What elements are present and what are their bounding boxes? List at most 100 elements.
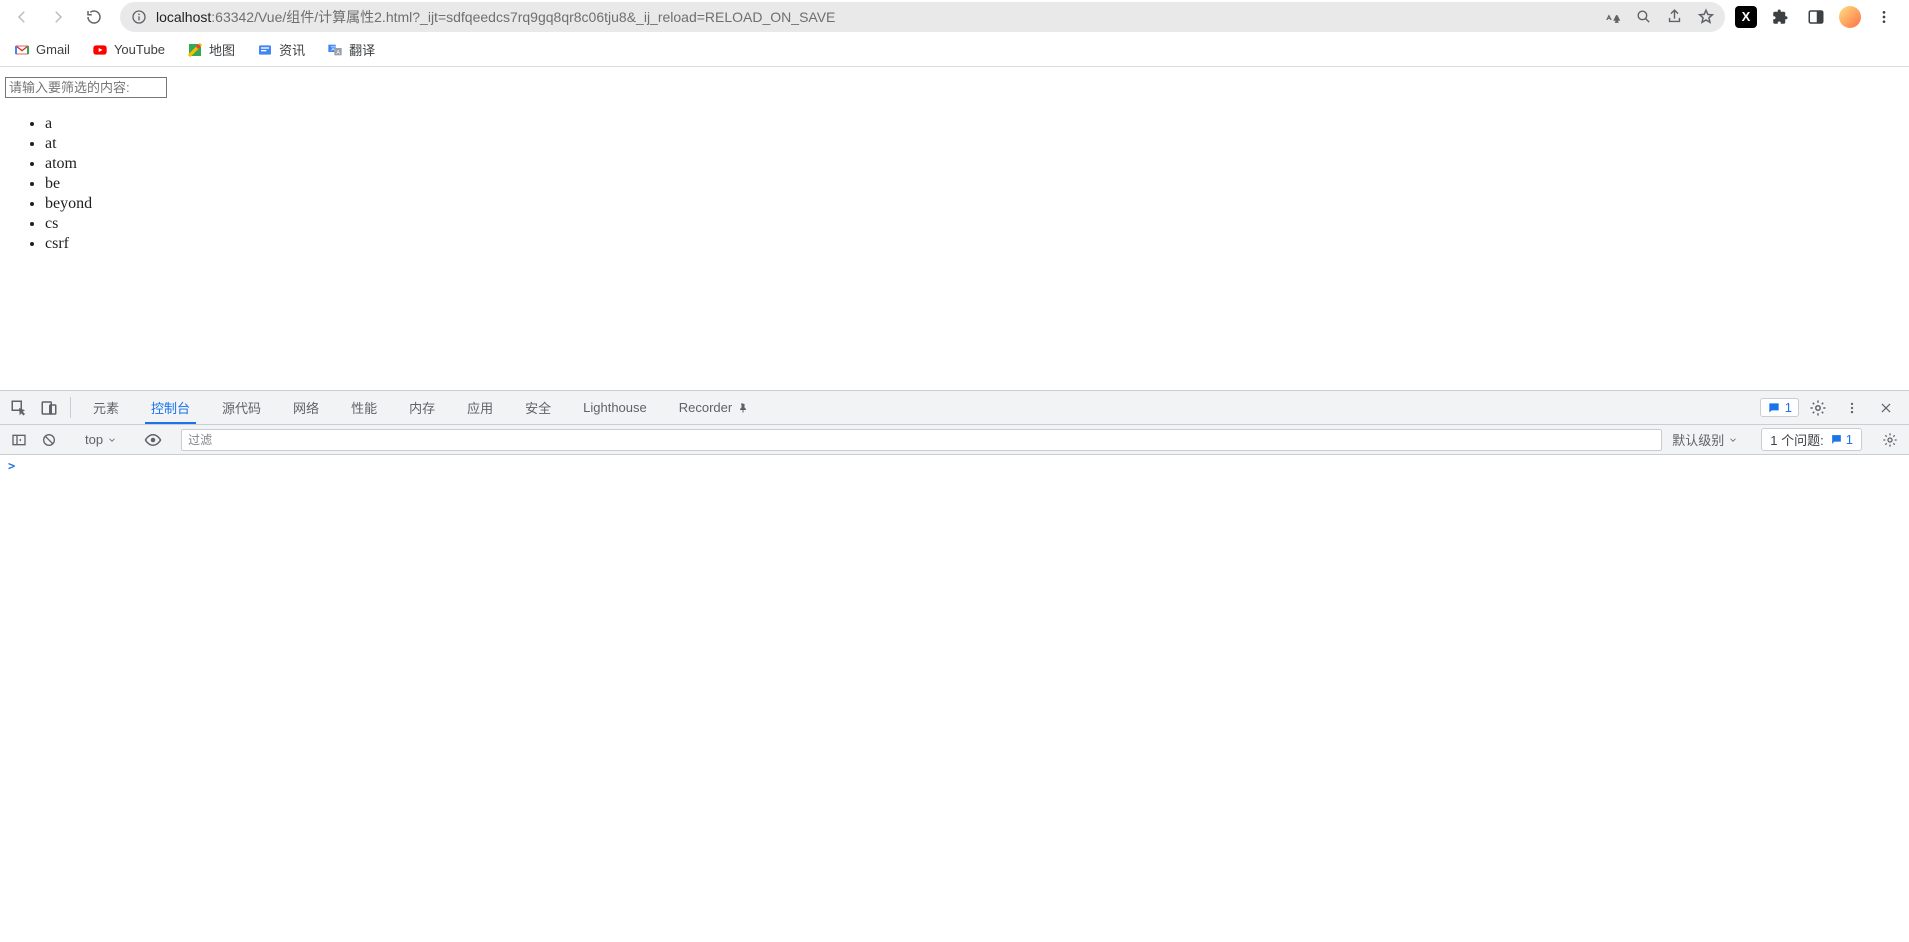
devtools-settings-button[interactable] [1803,399,1833,417]
forward-button[interactable] [42,3,74,31]
address-path: :63342/Vue/组件/计算属性2.html?_ijt=sdfqeedcs7… [211,9,835,25]
reload-button[interactable] [78,3,110,31]
clear-console-button[interactable] [34,432,64,448]
list-item: be [45,174,1904,194]
devtools-close-button[interactable] [1871,401,1901,415]
side-panel-button[interactable] [1803,4,1829,30]
list-item: at [45,134,1904,154]
bookmark-label: 翻译 [349,40,375,59]
eye-icon [144,431,162,449]
news-icon [257,42,273,58]
console-filter-input[interactable]: 过滤 [181,429,1662,451]
extensions-button[interactable] [1767,4,1793,30]
tab-lighthouse[interactable]: Lighthouse [567,391,663,424]
context-selector[interactable]: top [77,432,125,447]
console-prompt: > [8,459,15,473]
gmail-icon [14,42,30,58]
browser-toolbar: localhost:63342/Vue/组件/计算属性2.html?_ijt=s… [0,0,1909,33]
reload-icon [85,8,103,26]
devtools: 元素 控制台 源代码 网络 性能 内存 应用 安全 Lighthouse Rec… [0,390,1909,942]
chevron-down-icon [1728,435,1738,445]
address-bar[interactable]: localhost:63342/Vue/组件/计算属性2.html?_ijt=s… [120,2,1725,32]
tab-network[interactable]: 网络 [277,391,335,424]
arrow-right-icon [49,8,67,26]
gear-icon [1882,432,1898,448]
bookmark-news[interactable]: 资讯 [257,40,305,59]
inspect-icon [10,399,28,417]
console-filter-placeholder: 过滤 [188,431,212,448]
console-body[interactable]: > [0,455,1909,942]
issues-badge[interactable]: 1 [1760,398,1799,417]
bookmarks-bar: Gmail YouTube 地图 资讯 文A 翻译 [0,33,1909,67]
issues-badge-count: 1 [1785,400,1792,415]
log-level-label: 默认级别 [1672,430,1724,449]
console-sidebar-toggle[interactable] [4,432,34,448]
console-toolbar: top 过滤 默认级别 1 个问题: 1 [0,425,1909,455]
chevron-down-icon [107,435,117,445]
bookmark-label: Gmail [36,42,70,57]
tab-application[interactable]: 应用 [451,391,509,424]
site-info-icon[interactable] [130,8,148,26]
tab-memory[interactable]: 内存 [393,391,451,424]
console-settings-button[interactable] [1875,432,1905,448]
list-item: cs [45,214,1904,234]
youtube-icon [92,42,108,58]
star-icon[interactable] [1697,8,1715,26]
list-item: atom [45,154,1904,174]
profile-avatar[interactable] [1839,6,1861,28]
page-content: a at atom be beyond cs csrf [0,67,1909,390]
tab-elements[interactable]: 元素 [77,391,135,424]
zoom-icon[interactable] [1635,8,1652,25]
tab-recorder[interactable]: Recorder [663,391,764,424]
bookmark-label: 资讯 [279,40,305,59]
address-text: localhost:63342/Vue/组件/计算属性2.html?_ijt=s… [156,7,1596,27]
browser-menu-button[interactable] [1871,4,1897,30]
address-host: localhost [156,9,211,25]
devtools-tabs: 元素 控制台 源代码 网络 性能 内存 应用 安全 Lighthouse Rec… [0,391,1909,425]
issues-label: 1 个问题: [1770,430,1823,449]
bookmark-translate[interactable]: 文A 翻译 [327,40,375,59]
tab-console[interactable]: 控制台 [135,391,206,424]
address-actions [1604,8,1715,26]
live-expression-button[interactable] [138,431,168,449]
maps-icon [187,42,203,58]
bookmark-label: YouTube [114,42,165,57]
puzzle-icon [1771,8,1789,26]
devtools-menu-button[interactable] [1837,401,1867,415]
translate-icon[interactable] [1604,8,1621,25]
extensions-row: X [1735,4,1903,30]
tab-security[interactable]: 安全 [509,391,567,424]
bookmark-label: 地图 [209,40,235,59]
tab-recorder-label: Recorder [679,400,732,415]
list-item: beyond [45,194,1904,214]
chat-icon [1830,433,1843,446]
side-panel-icon [1807,8,1825,26]
context-label: top [85,432,103,447]
issues-count: 1 [1846,432,1853,447]
extension-x-icon[interactable]: X [1735,6,1757,28]
log-level-selector[interactable]: 默认级别 [1662,430,1748,449]
items-list: a at atom be beyond cs csrf [45,114,1904,254]
back-button[interactable] [6,3,38,31]
sidebar-icon [11,432,27,448]
bookmark-youtube[interactable]: YouTube [92,42,165,58]
tab-sources[interactable]: 源代码 [206,391,277,424]
filter-input[interactable] [5,77,167,98]
chat-icon [1767,401,1781,415]
close-icon [1879,401,1893,415]
bookmark-gmail[interactable]: Gmail [14,42,70,58]
tab-performance[interactable]: 性能 [335,391,393,424]
inspect-element-button[interactable] [4,399,34,417]
share-icon[interactable] [1666,8,1683,25]
device-toggle-button[interactable] [34,399,64,417]
device-icon [40,399,58,417]
kebab-icon [1845,401,1859,415]
translate-bm-icon: 文A [327,42,343,58]
list-item: csrf [45,234,1904,254]
bookmark-maps[interactable]: 地图 [187,40,235,59]
issues-summary[interactable]: 1 个问题: 1 [1761,428,1862,451]
svg-text:A: A [336,50,340,56]
gear-icon [1809,399,1827,417]
pin-icon [736,402,748,414]
list-item: a [45,114,1904,134]
